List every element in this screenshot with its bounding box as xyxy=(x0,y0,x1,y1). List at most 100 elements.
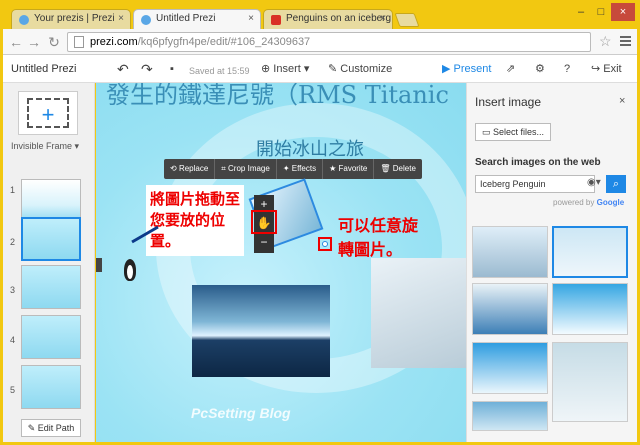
forward-icon[interactable]: → xyxy=(25,33,43,51)
tab-label: Untitled Prezi xyxy=(156,13,216,24)
present-label: Present xyxy=(453,63,492,75)
share-icon[interactable]: ⇗ xyxy=(506,61,515,77)
prezi-canvas[interactable]: 發生的鐵達尼號（RMS Titanic 開始冰山之旅 ⟲ Replace ⌗ C… xyxy=(96,83,466,442)
delete-button[interactable]: 🗑 Delete xyxy=(374,159,422,179)
customize-label: Customize xyxy=(340,63,393,75)
exit-label: Exit xyxy=(603,63,622,75)
tab-strip: Your prezis | Prezi × Untitled Prezi × P… xyxy=(3,3,637,29)
edit-path-button[interactable]: ✎ Edit Path xyxy=(21,419,81,437)
customize-button[interactable]: ✎ Customize xyxy=(328,61,392,77)
browser-toolbar: ← → ↻ prezi.com/kq6pfygfn4pe/edit/#106_2… xyxy=(3,29,637,55)
select-files-button[interactable]: ▭ Select files... xyxy=(475,123,551,141)
frames-panel: + Invisible Frame ▾ 1 2 3 4 5 ✎ Edit Pat… xyxy=(3,83,95,442)
reload-icon[interactable]: ↻ xyxy=(45,33,63,51)
canvas-subtitle-text[interactable]: 開始冰山之旅 xyxy=(256,135,364,161)
exit-button[interactable]: ↪ Exit xyxy=(591,61,622,77)
rotate-handle[interactable] xyxy=(318,237,332,251)
highlight-box-move xyxy=(251,210,277,234)
insert-menu[interactable]: ⊕ Insert ▾ xyxy=(261,61,309,77)
url-host: prezi.com xyxy=(90,36,138,48)
chrome-menu-icon[interactable] xyxy=(620,36,631,47)
back-icon[interactable]: ← xyxy=(7,33,25,51)
thumb-number: 5 xyxy=(10,385,16,395)
insert-icon: ⊕ xyxy=(261,63,274,75)
brush-icon: ✎ xyxy=(328,63,341,75)
close-tab-icon[interactable]: × xyxy=(118,13,124,24)
frame-thumbnail[interactable] xyxy=(21,315,81,359)
prezi-title[interactable]: Untitled Prezi xyxy=(11,63,76,75)
insert-label: Insert xyxy=(273,63,301,75)
tab-your-prezis[interactable]: Your prezis | Prezi × xyxy=(11,9,131,29)
redo-icon[interactable]: ↷ xyxy=(141,61,153,77)
page-icon xyxy=(74,36,84,48)
search-icon: ⌕ xyxy=(612,178,620,190)
search-button[interactable]: ⌕ xyxy=(606,175,626,193)
close-tab-icon[interactable]: × xyxy=(248,13,254,24)
tab-label: Penguins on an iceberg xyxy=(286,13,392,24)
saved-status: Saved at 15:59 xyxy=(189,66,250,76)
panel-toggle-handle[interactable] xyxy=(96,258,102,272)
iceberg-image[interactable] xyxy=(192,285,330,377)
tab-penguins[interactable]: Penguins on an iceberg × xyxy=(263,9,393,29)
maximize-icon[interactable]: □ xyxy=(591,3,611,21)
image-result[interactable] xyxy=(552,283,628,335)
frame-thumbnail-selected[interactable] xyxy=(21,217,81,261)
add-frame-button[interactable]: + xyxy=(18,91,78,135)
browser-window: Your prezis | Prezi × Untitled Prezi × P… xyxy=(3,3,637,442)
prezi-app-bar: Untitled Prezi ↶ ↷ ▪ Saved at 15:59 ⊕ In… xyxy=(3,55,637,83)
powered-by-google: powered by Google xyxy=(553,198,625,207)
frame-outline: + xyxy=(27,98,69,128)
settings-gear-icon[interactable]: ⚙ xyxy=(535,61,545,77)
youtube-favicon-icon xyxy=(271,15,281,25)
globe-icon[interactable]: ◉▾ xyxy=(587,177,601,188)
canvas-title-text[interactable]: 發生的鐵達尼號（RMS Titanic xyxy=(106,83,449,110)
new-tab-button[interactable] xyxy=(394,13,420,27)
close-icon[interactable]: × xyxy=(619,95,625,107)
tab-label: Your prezis | Prezi xyxy=(34,13,115,24)
url-path: /kq6pfygfn4pe/edit/#106_24309637 xyxy=(137,36,311,48)
image-result[interactable] xyxy=(472,342,548,394)
close-window-icon[interactable]: × xyxy=(611,3,635,21)
plus-icon: + xyxy=(41,102,55,127)
frame-thumbnail[interactable] xyxy=(21,265,81,309)
image-result[interactable] xyxy=(472,226,548,278)
insert-image-panel: Insert image × ▭ Select files... Search … xyxy=(466,83,637,442)
minimize-icon[interactable]: – xyxy=(571,3,591,21)
replace-button[interactable]: ⟲ Replace xyxy=(164,159,216,179)
chevron-down-icon: ▾ xyxy=(300,63,310,75)
thumb-number: 3 xyxy=(10,285,16,295)
tab-untitled-prezi[interactable]: Untitled Prezi × xyxy=(133,9,261,29)
annotation-rotate: 可以任意旋轉圖片。 xyxy=(338,218,419,259)
present-button[interactable]: ▶ Present xyxy=(442,61,491,77)
image-result[interactable] xyxy=(552,342,628,422)
prezi-favicon-icon xyxy=(141,15,151,25)
exit-icon: ↪ xyxy=(591,63,604,75)
iceberg-penguin-image[interactable] xyxy=(371,258,466,368)
image-search-input[interactable]: Iceberg Penguin xyxy=(475,175,595,193)
watermark: PcSetting Blog xyxy=(191,405,291,421)
panel-title: Insert image xyxy=(475,95,542,109)
thumb-number: 4 xyxy=(10,335,16,345)
close-tab-icon[interactable]: × xyxy=(380,13,386,24)
folder-icon: ▭ xyxy=(481,127,493,137)
frame-thumbnail[interactable] xyxy=(21,365,81,409)
penguin-image[interactable] xyxy=(124,259,136,281)
image-result-selected[interactable] xyxy=(552,226,628,278)
help-icon[interactable]: ? xyxy=(564,61,570,77)
crop-image-button[interactable]: ⌗ Crop Image xyxy=(215,159,277,179)
frame-type-select[interactable]: Invisible Frame ▾ xyxy=(11,141,79,152)
address-bar[interactable]: prezi.com/kq6pfygfn4pe/edit/#106_2430963… xyxy=(67,32,591,52)
thumb-number: 2 xyxy=(10,237,16,247)
bookmark-star-icon[interactable]: ☆ xyxy=(599,33,612,50)
image-result[interactable] xyxy=(472,401,548,431)
zoom-out-icon[interactable]: − xyxy=(254,233,274,252)
image-result[interactable] xyxy=(472,283,548,335)
favorite-button[interactable]: ★ Favorite xyxy=(323,159,375,179)
effects-button[interactable]: ✦ Effects xyxy=(277,159,324,179)
editor-main: + Invisible Frame ▾ 1 2 3 4 5 ✎ Edit Pat… xyxy=(3,83,637,442)
undo-icon[interactable]: ↶ xyxy=(117,61,129,77)
save-icon[interactable]: ▪ xyxy=(170,61,174,77)
annotation-drag: 將圖片拖動至您要放的位置。 xyxy=(146,185,244,256)
play-icon: ▶ xyxy=(442,63,454,75)
search-section-title: Search images on the web xyxy=(475,157,601,168)
